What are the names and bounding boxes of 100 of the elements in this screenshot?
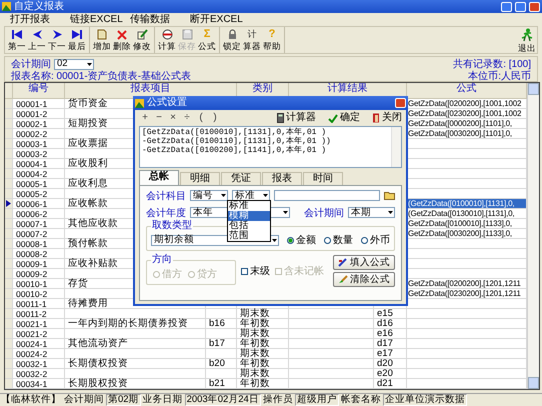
column-header[interactable]: 编号 [13,83,65,99]
action-button[interactable]: 确定 [328,112,360,124]
table-cell: 00004-1 [13,159,65,169]
toolbar-button[interactable]: 上一 [27,27,47,53]
status-text: 业务日期 [142,395,183,405]
glyph-icon: 计 [248,29,256,40]
table-cell: 00010-1 [13,279,65,289]
menu-item[interactable]: 链接EXCEL [70,14,130,26]
status-text: 会计期间 [64,395,104,405]
toolbar-button[interactable]: 计算 [157,27,177,53]
exit-button[interactable]: 退出 [517,27,537,53]
toolbar-button[interactable]: 第一 [7,27,27,53]
table-cell: 00003-2 [13,149,65,159]
tab[interactable]: 凭证 [221,172,261,185]
formula-field[interactable]: [GetZzData([0100010],[1131],0,本年,01 ) -GetZzData([0100110],[1131],0,本年,01 )) -GetZzData([0100200],[1141],0,本年,01 ) [139,126,402,168]
group-title: 方向 [151,255,173,265]
table-cell: b16 [206,319,237,329]
checkbox[interactable]: 末级 [241,264,270,278]
radio-button[interactable]: 金额 [287,233,316,247]
table-cell: 其他流动资产 [65,339,206,349]
table-cell: e20 [374,369,407,379]
operator-button[interactable]: ) [209,112,221,124]
tab[interactable]: 总帐 [139,170,179,185]
group-title: 取数类型 [151,221,193,231]
table-cell: 00021-2 [13,329,65,339]
tab[interactable]: 明细 [180,172,220,185]
table-cell: 年初数 [237,359,289,369]
table-cell: 期末数 [237,369,289,379]
table-cell: e17 [374,349,407,359]
table-cell: 00011-1 [13,299,65,309]
table-cell: d21 [374,379,407,389]
table-cell: 00008-1 [13,239,65,249]
toolbar-button[interactable]: 增加 [92,27,112,53]
table-cell: 00002-1 [13,119,65,129]
table-cell: 00001-2 [13,109,65,119]
year-label: 会计年度 [146,206,186,220]
table-cell: 00032-1 [13,359,65,369]
tab[interactable]: 时间 [303,172,343,185]
table-cell: b17 [206,339,237,349]
menu-item[interactable]: 打开报表 [10,14,70,26]
table-cell: 00021-1 [13,319,65,329]
tab[interactable]: 报表 [262,172,302,185]
window-title: 自定义报表 [14,0,65,12]
table-cell: b20 [206,359,237,369]
menu-item[interactable]: 传输数据 [130,14,190,26]
formula-button[interactable]: 填入公式 [333,255,395,270]
toolbar-button[interactable]: 计 算器 [242,27,262,53]
table-cell: 00007-1 [13,219,65,229]
table-cell: (GetZzData([0100010],[1131],0, [407,199,527,209]
glyph-icon: Σ [204,29,210,40]
action-button[interactable]: 计算器 [277,112,316,124]
table-cell: 00002-2 [13,129,65,139]
status-text: 第02期 [106,394,141,406]
status-text: 2003年02月24日 [184,394,261,406]
table-cell: 期末数 [237,329,289,339]
account-mode-dropdown[interactable]: 编号 [190,190,228,201]
action-button[interactable]: 关闭 [372,112,402,124]
toolbar-button[interactable]: 最后 [67,27,87,53]
toolbar-button[interactable]: 删除 [112,27,132,53]
toolbar-button[interactable]: 下一 [47,27,67,53]
table-cell: 期末数 [237,349,289,359]
period-dropdown[interactable]: 02 [54,58,94,70]
table-cell: 年初数 [237,379,289,389]
period-dropdown[interactable]: 本期 [348,207,395,218]
table-cell: 00009-1 [13,259,65,269]
table-cell: 00006-1 [13,199,65,209]
table-cell: 长期股权投资 [65,379,206,389]
table-cell: 长期债权投资 [65,359,206,369]
table-cell: 年初数 [237,319,289,329]
record-count: 共有记录数: [100] [453,58,531,70]
table-cell: d16 [374,319,407,329]
menu-item[interactable]: 断开EXCEL [190,14,250,26]
table-cell: 00034-1 [13,379,65,389]
status-text: 操作员 [262,395,293,405]
match-mode-dropdown[interactable]: 标准 [232,190,270,201]
radio-button[interactable]: 数量 [324,233,353,247]
table-cell: e15 [374,309,407,319]
toolbar-button[interactable]: ? 帮助 [262,27,282,53]
period-label: 会计期间 [11,58,51,70]
table-cell: d20 [374,359,407,369]
table-cell: 00032-2 [13,369,65,379]
table-cell: 00024-1 [13,339,65,349]
table-cell: 一年内到期的长期债券投资 [65,319,206,329]
table-cell: 00001-1 [13,99,65,109]
radio-button[interactable]: 外币 [361,233,390,247]
toolbar-button[interactable]: 修改 [132,27,152,53]
table-cell: 00005-2 [13,189,65,199]
dialog-title: 公式设置 [147,97,188,109]
toolbar-button[interactable]: Σ 公式 [197,27,217,53]
dropdown-option[interactable]: 模糊 [228,211,270,221]
currency-label: 本位币:人民币 [468,70,531,82]
table-cell: 00011-2 [13,309,65,319]
toolbar-button[interactable]: 锁定 [222,27,242,53]
dropdown-option[interactable]: 包括 [228,221,270,231]
table-cell: 00003-1 [13,139,65,149]
table-cell: 00005-1 [13,179,65,189]
table-cell: 00024-2 [13,349,65,359]
formula-button[interactable]: 清除公式 [333,272,395,287]
table-cell: 00006-2 [13,209,65,219]
status-text: 企业单位演示数据 [382,394,467,406]
